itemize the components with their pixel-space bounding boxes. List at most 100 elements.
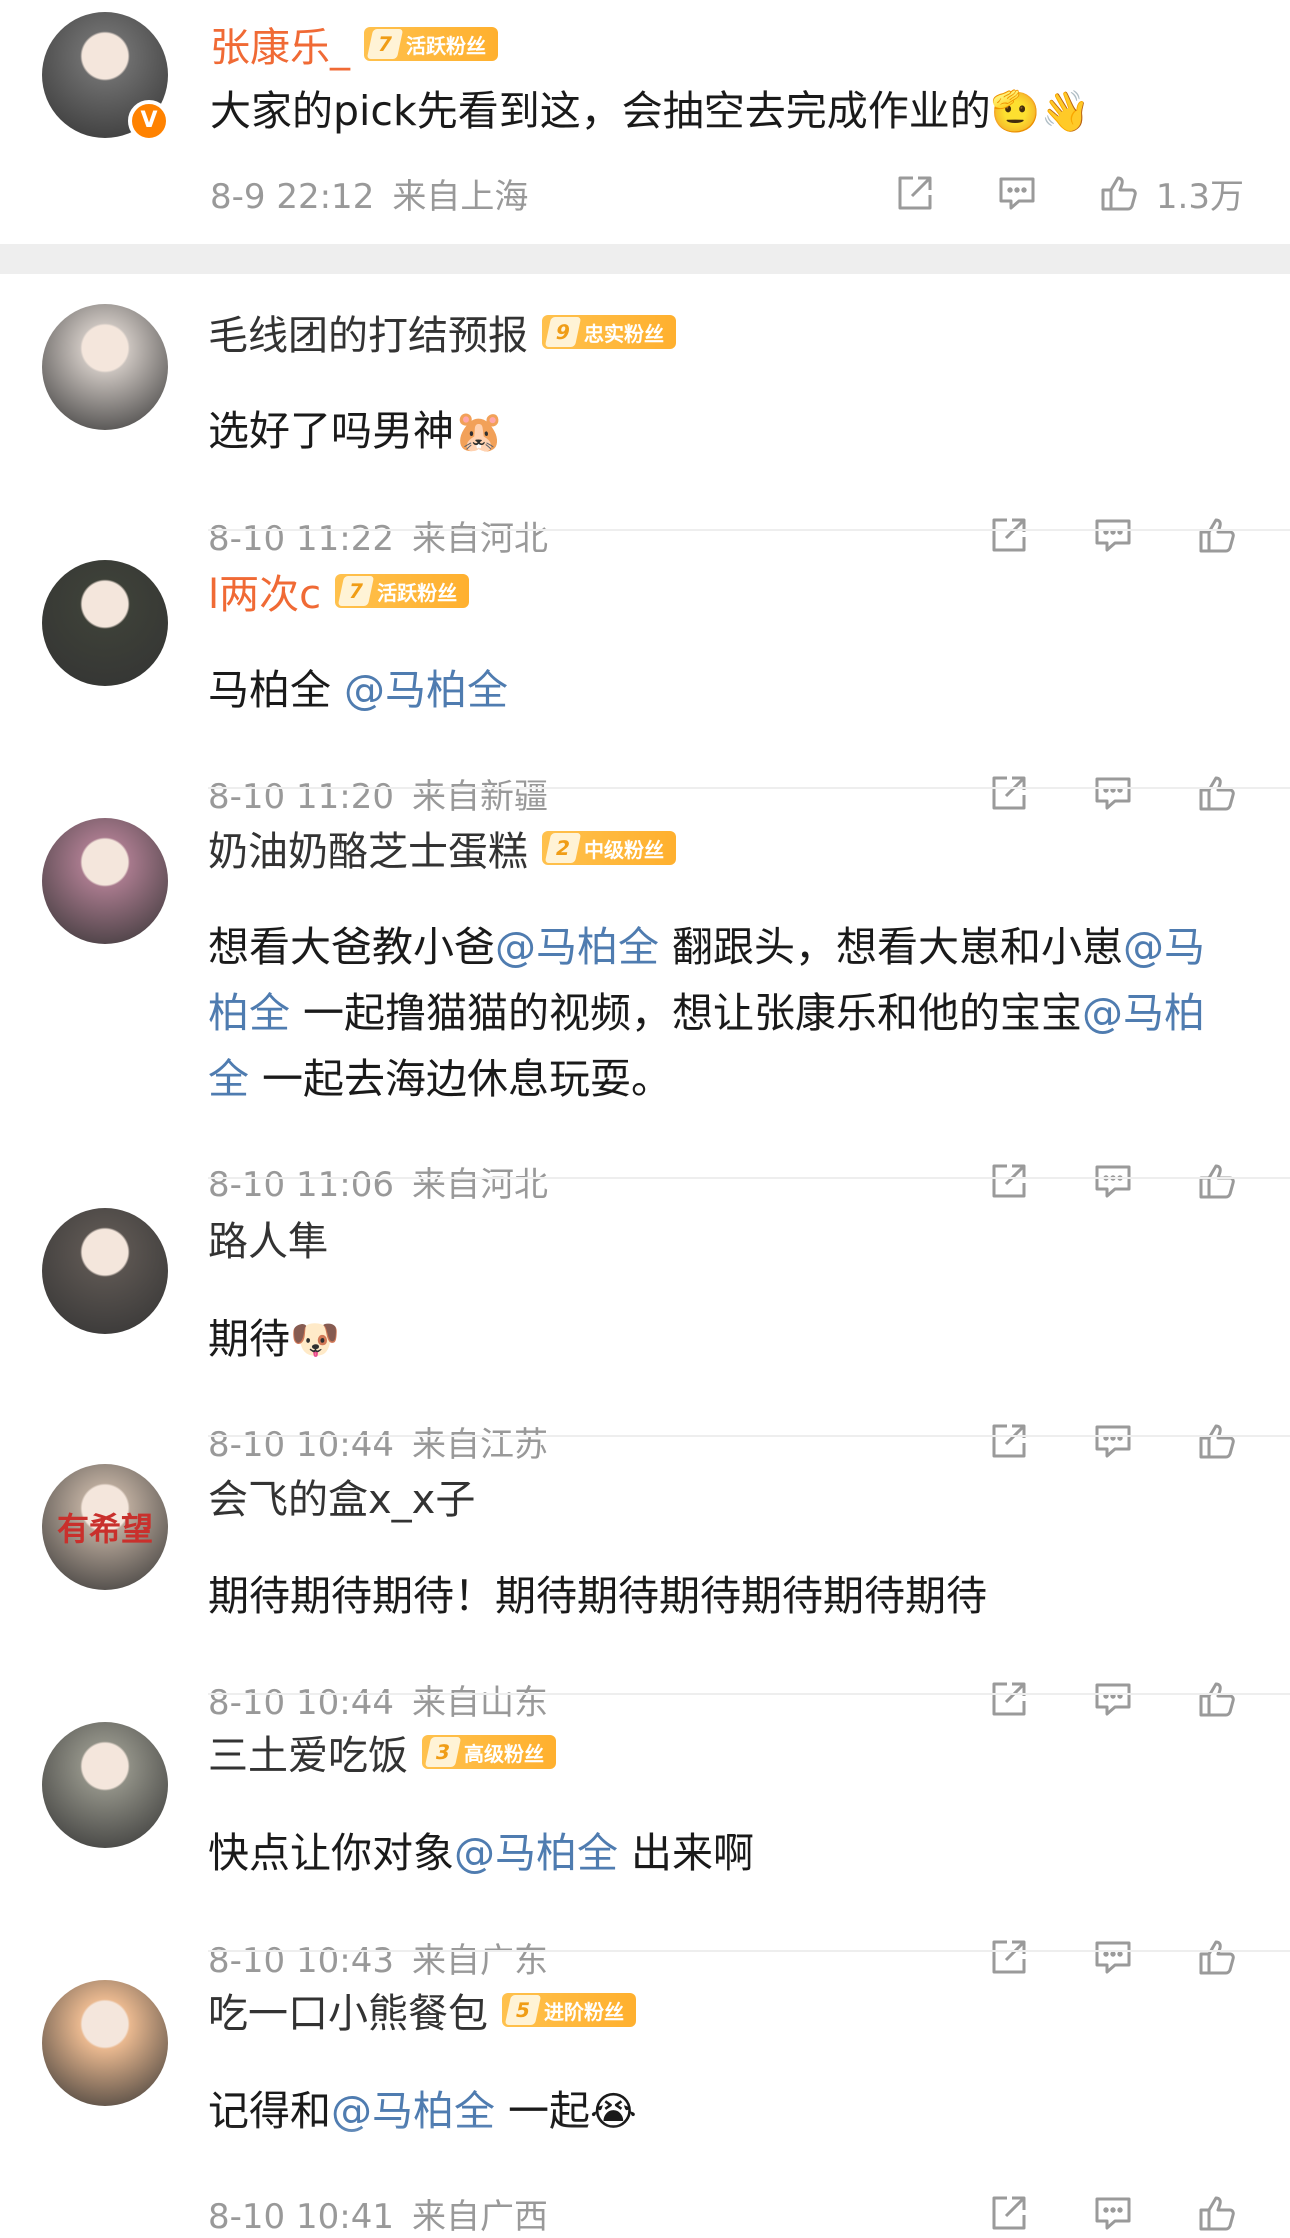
comment-header: l两次c 7 活跃粉丝 (208, 562, 470, 620)
username[interactable]: 路人隼 (208, 1209, 328, 1267)
comment-actions (984, 510, 1242, 560)
comment-divider (208, 1693, 1290, 1695)
timestamp: 8-10 11:22 (208, 518, 394, 559)
comment-actions (984, 768, 1242, 818)
thumbs-up-icon[interactable] (1192, 1674, 1242, 1724)
comment-icon[interactable] (1088, 768, 1138, 818)
comment-icon[interactable] (1088, 510, 1138, 560)
comment-actions (984, 1156, 1242, 1206)
username[interactable]: l两次c (208, 562, 321, 620)
fan-level-label: 进阶粉丝 (544, 1999, 624, 2024)
fan-level-number: 2 (544, 833, 582, 863)
avatar-caption: 有希望 (56, 1510, 153, 1548)
timestamp: 8-10 11:06 (208, 1164, 394, 1205)
avatar[interactable] (42, 560, 168, 686)
avatar[interactable]: 有希望 (42, 1464, 168, 1590)
comment-header: 奶油奶酪芝士蛋糕 2 中级粉丝 (208, 820, 676, 876)
meta-text: 8-10 11:22 来自河北 (208, 511, 548, 560)
location: 来自山东 (411, 1682, 548, 1723)
fan-level-number: 9 (544, 317, 582, 347)
comment-text-segment: 一起撸猫猫的视频，想让张康乐和他的宝宝 (290, 989, 1083, 1037)
comment-text-segment: 快点让你对象 (208, 1829, 454, 1877)
comment-divider (208, 1177, 1290, 1179)
comment-divider (208, 529, 1290, 531)
comment-meta: 8-10 10:41 来自广西 (208, 2188, 548, 2238)
comment-icon[interactable] (1088, 1416, 1138, 1466)
thumbs-up-icon[interactable] (1192, 1156, 1242, 1206)
comment-text-segment: 想看大爸教小爸 (208, 923, 495, 971)
timestamp: 8-10 10:44 (208, 1682, 394, 1723)
fan-level-number: 7 (366, 29, 404, 59)
share-icon[interactable] (984, 768, 1034, 818)
comment-text-segment: 翻跟头，想看大崽和小崽 (659, 923, 1124, 971)
comment-meta: 8-10 11:20 来自新疆 (208, 768, 548, 818)
comment-icon[interactable] (1088, 1674, 1138, 1724)
comment-icon[interactable] (1088, 2188, 1138, 2238)
fan-level-badge: 7 活跃粉丝 (364, 27, 498, 61)
location: 来自广东 (411, 1940, 548, 1981)
comment-icon[interactable] (1088, 1156, 1138, 1206)
thumbs-up-icon[interactable] (1192, 1932, 1242, 1982)
mention-link[interactable]: @马柏全 (454, 1829, 618, 1877)
comment-text: 马柏全 @马柏全 (208, 657, 1228, 723)
avatar[interactable] (42, 304, 168, 430)
comment-divider (208, 1950, 1290, 1952)
username[interactable]: 会飞的盒x_x子 (208, 1467, 475, 1525)
comment-actions: 1.3万 (890, 168, 1244, 218)
share-icon[interactable] (984, 1416, 1034, 1466)
section-separator (0, 244, 1290, 274)
comment-icon[interactable] (992, 168, 1042, 218)
location: 来自广西 (411, 2196, 548, 2237)
meta-text: 8-9 22:12 来自上海 (210, 169, 528, 218)
avatar[interactable] (42, 818, 168, 944)
share-icon[interactable] (984, 2188, 1034, 2238)
timestamp: 8-9 22:12 (210, 176, 375, 217)
username[interactable]: 毛线团的打结预报 (208, 303, 528, 361)
timestamp: 8-10 10:43 (208, 1940, 394, 1981)
avatar[interactable] (42, 1208, 168, 1334)
thumbs-up-icon[interactable] (1192, 768, 1242, 818)
fan-level-badge: 5 进阶粉丝 (502, 1993, 636, 2027)
username[interactable]: 奶油奶酪芝士蛋糕 (208, 819, 528, 877)
comment-text-segment: 出来啊 (618, 1829, 755, 1877)
fan-level-number: 7 (337, 576, 375, 606)
comment-header: 张康乐_ 7 活跃粉丝 (210, 16, 498, 72)
share-icon[interactable] (984, 510, 1034, 560)
fan-level-label: 高级粉丝 (464, 1741, 544, 1766)
thumbs-up-icon[interactable] (1192, 1416, 1242, 1466)
comment-header: 三土爱吃饭 3 高级粉丝 (208, 1724, 556, 1780)
comment-text: 快点让你对象@马柏全 出来啊 (208, 1820, 1228, 1886)
comment-header: 会飞的盒x_x子 (208, 1468, 475, 1524)
comment-text-segment: 一起去海边休息玩耍。 (249, 1055, 673, 1103)
location: 来自河北 (411, 1164, 548, 1205)
avatar[interactable] (42, 1980, 168, 2106)
location: 来自河北 (411, 518, 548, 559)
fan-level-badge: 7 活跃粉丝 (335, 574, 470, 608)
username[interactable]: 吃一口小熊餐包 (208, 1981, 488, 2039)
share-icon[interactable] (890, 168, 940, 218)
comment-icon[interactable] (1088, 1932, 1138, 1982)
comment-text-segment: 选好了吗男神 (208, 407, 454, 455)
username[interactable]: 三土爱吃饭 (208, 1723, 408, 1781)
share-icon[interactable] (984, 1674, 1034, 1724)
thumbs-up-icon[interactable] (1192, 2188, 1242, 2238)
mention-link[interactable]: @马柏全 (344, 666, 508, 714)
emoji: 🫡👋 (990, 89, 1091, 135)
comment-text: 大家的pick先看到这，会抽空去完成作业的🫡👋 (210, 78, 1230, 145)
comment-meta: 8-10 10:44 来自江苏 (208, 1416, 548, 1466)
meta-text: 8-10 10:41 来自广西 (208, 2189, 548, 2238)
fan-level-label: 中级粉丝 (584, 837, 664, 862)
comment-text: 期待期待期待！期待期待期待期待期待期待 (208, 1563, 1228, 1629)
comment-header: 路人隼 (208, 1210, 328, 1266)
comment-text: 想看大爸教小爸@马柏全 翻跟头，想看大崽和小崽@马柏全 一起撸猫猫的视频，想让张… (208, 914, 1228, 1112)
comment-meta: 8-10 10:43 来自广东 (208, 1932, 548, 1982)
comment-divider (208, 1435, 1290, 1437)
avatar[interactable] (42, 1722, 168, 1848)
username[interactable]: 张康乐_ (210, 15, 350, 73)
thumbs-up-icon[interactable] (1094, 168, 1144, 218)
location: 来自上海 (392, 176, 529, 217)
share-icon[interactable] (984, 1932, 1034, 1982)
mention-link[interactable]: @马柏全 (495, 923, 659, 971)
thumbs-up-icon[interactable] (1192, 510, 1242, 560)
share-icon[interactable] (984, 1156, 1034, 1206)
